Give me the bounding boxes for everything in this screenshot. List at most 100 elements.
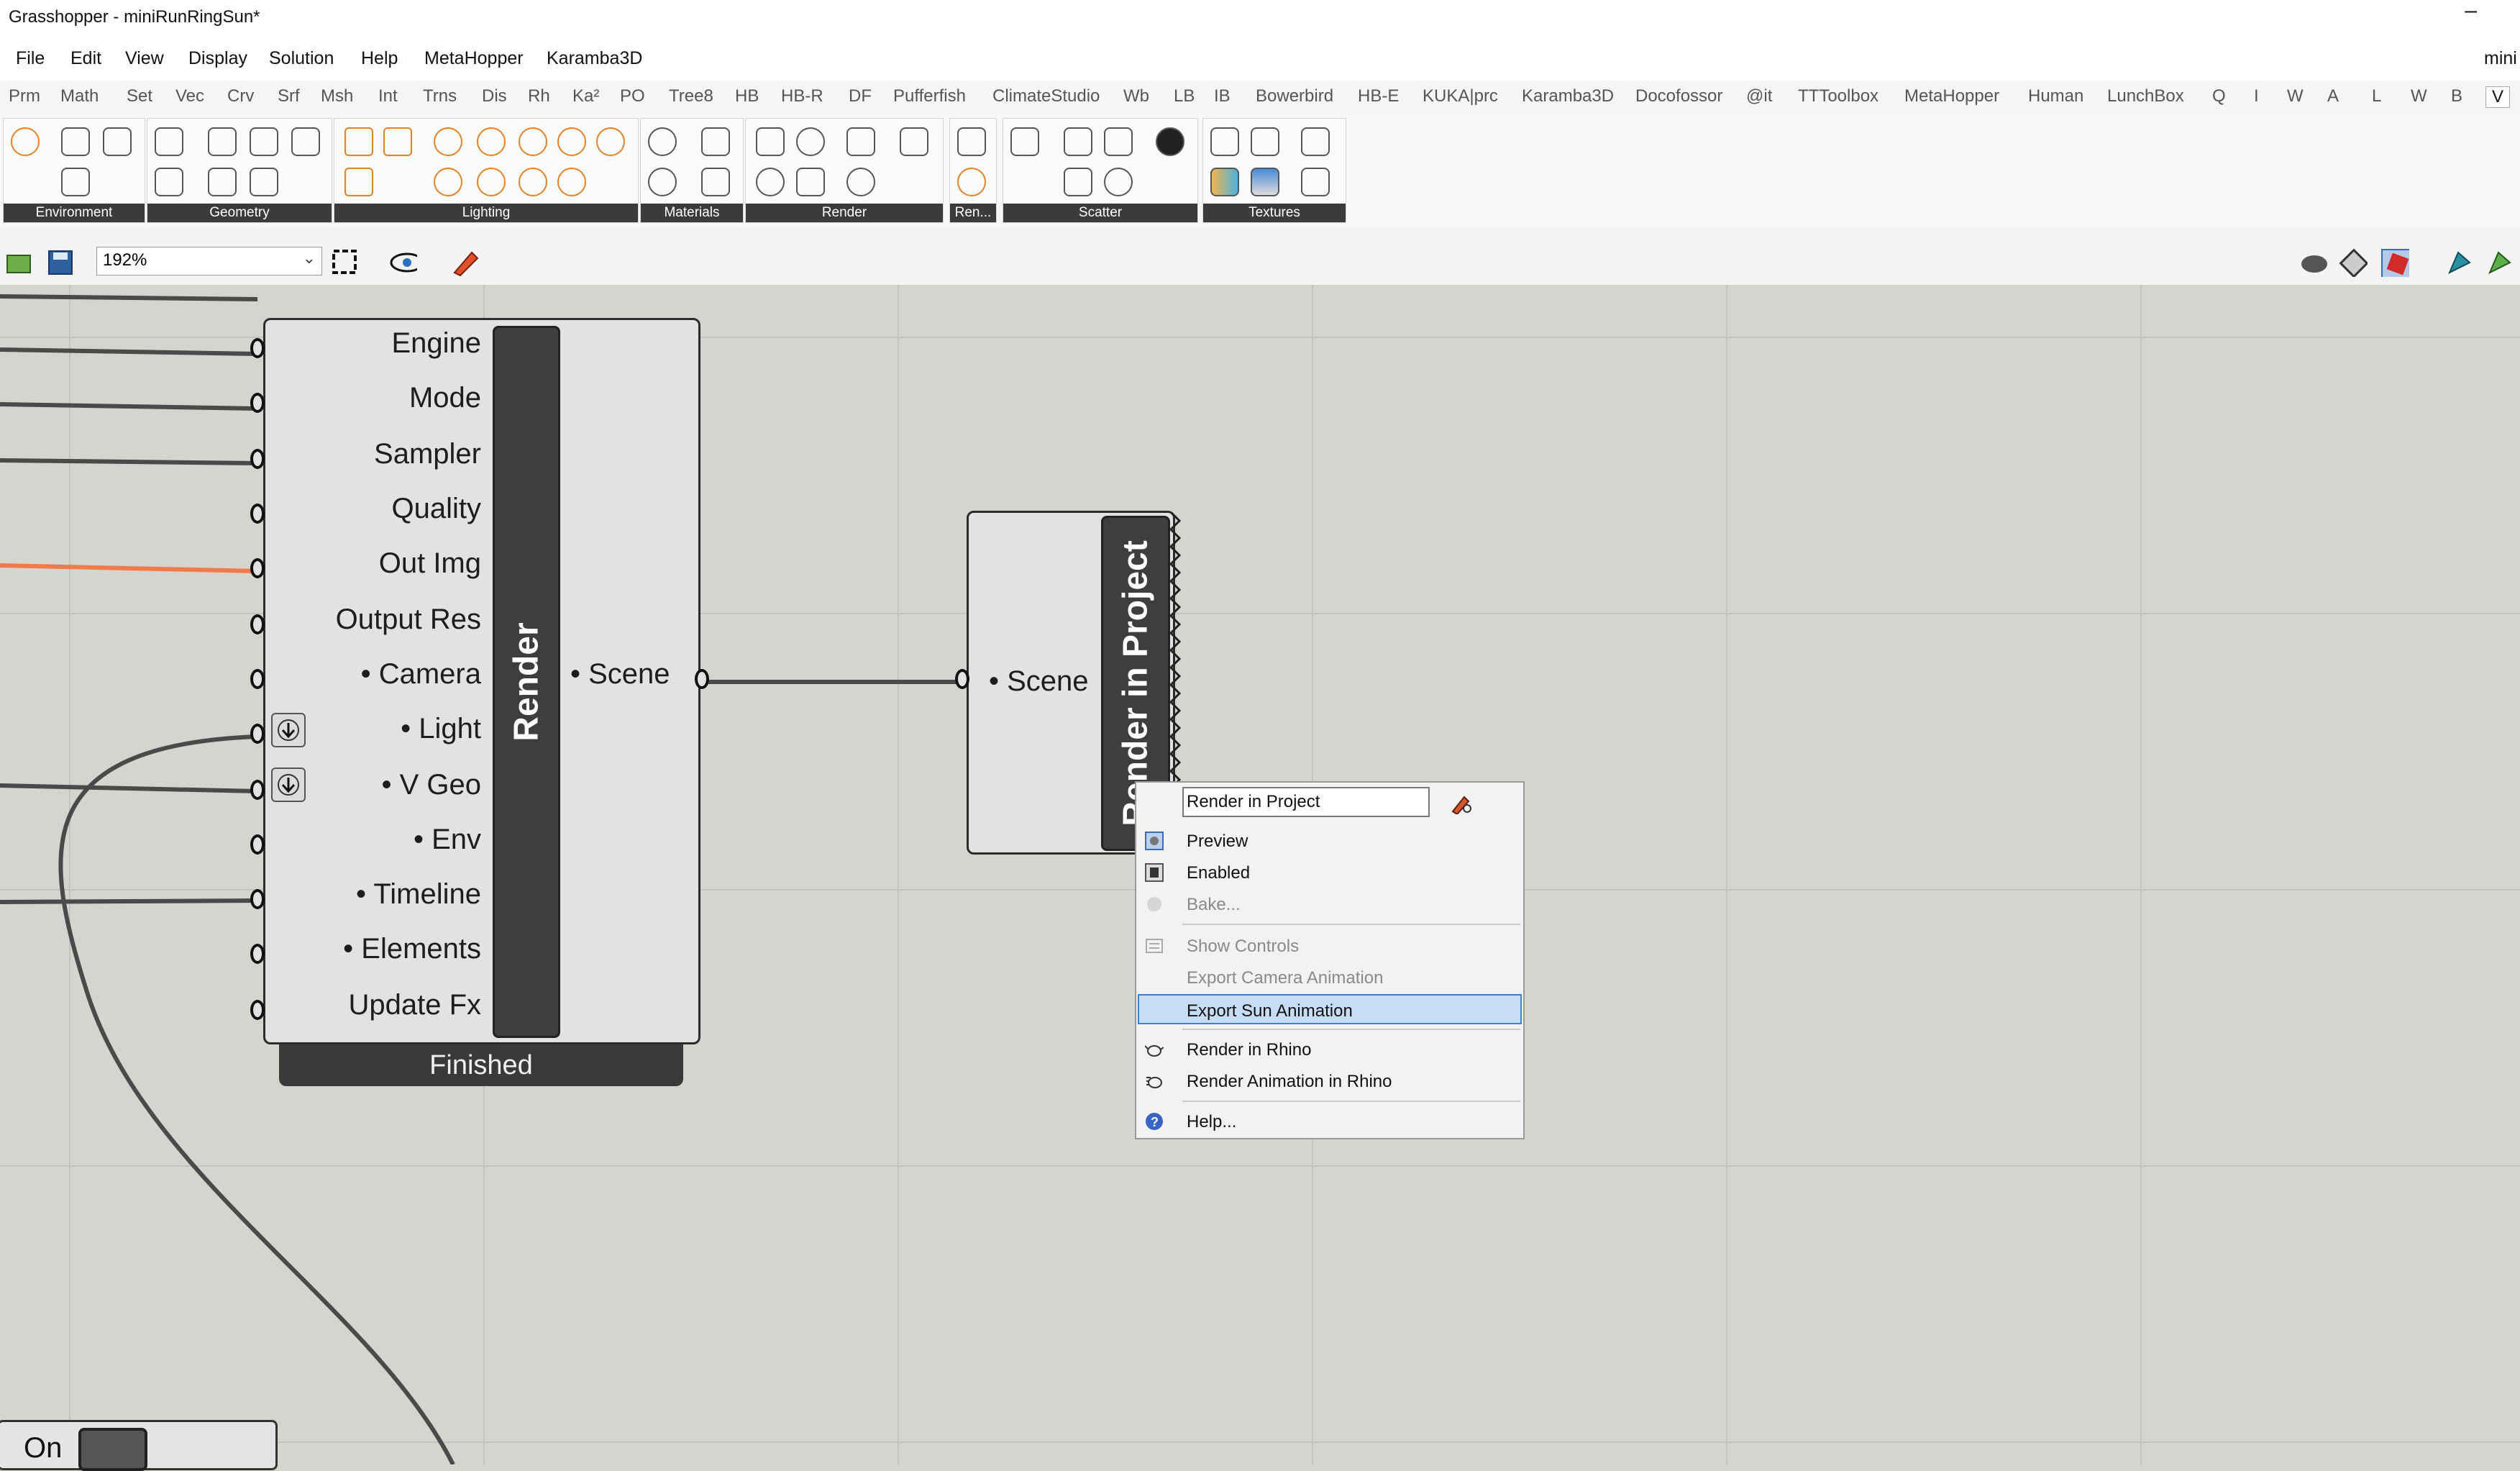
wire-quality[interactable] — [0, 458, 258, 465]
tab-crv[interactable]: Crv — [227, 86, 254, 106]
tab-int[interactable]: Int — [378, 86, 398, 106]
zoom-select[interactable]: 192% ⌄ — [96, 247, 322, 275]
rect-light-icon[interactable] — [383, 127, 412, 156]
input-elements[interactable]: • Elements — [343, 933, 481, 965]
tab-math[interactable]: Math — [60, 86, 99, 106]
input-env[interactable]: • Env — [414, 824, 481, 856]
input-out-img[interactable]: Out Img — [379, 547, 481, 580]
menu-display[interactable]: Display — [188, 48, 247, 69]
tab-hb-e[interactable]: HB-E — [1358, 86, 1399, 106]
scatter-object-icon[interactable] — [1156, 127, 1184, 156]
menu-help[interactable]: ? Help... — [1136, 1106, 1523, 1137]
line-light-icon[interactable] — [434, 168, 462, 196]
tab-tttoolbox[interactable]: TTToolbox — [1798, 86, 1878, 106]
sky-icon[interactable] — [11, 127, 40, 156]
cubes-icon[interactable] — [250, 168, 278, 196]
tab-i[interactable]: I — [2254, 86, 2259, 106]
ground-icon[interactable] — [61, 168, 90, 196]
tab-human[interactable]: Human — [2028, 86, 2083, 106]
tab-climatestudio[interactable]: ClimateStudio — [992, 86, 1100, 106]
cube-icon[interactable] — [155, 127, 183, 156]
zoom-extents-icon[interactable]: ▾ — [331, 248, 360, 277]
material-doc-icon[interactable] — [701, 127, 730, 156]
flatten-arrow-icon[interactable] — [271, 768, 306, 802]
scatter-grid-icon[interactable] — [1010, 127, 1039, 156]
tab-q[interactable]: Q — [2212, 86, 2226, 106]
tab-bowerbird[interactable]: Bowerbird — [1256, 86, 1333, 106]
image-icon[interactable] — [61, 127, 90, 156]
texture-gradient-icon[interactable] — [1251, 168, 1279, 196]
omni-light-icon[interactable] — [519, 127, 547, 156]
input-output-res[interactable]: Output Res — [336, 604, 481, 636]
dome-light-icon[interactable] — [434, 127, 462, 156]
tab-ka2[interactable]: Ka² — [572, 86, 599, 106]
wire-mode[interactable] — [0, 347, 258, 356]
component-name-field[interactable] — [1182, 787, 1430, 817]
preview-shaded-icon[interactable] — [2298, 248, 2327, 277]
tab-po[interactable]: PO — [620, 86, 645, 106]
menu-mini[interactable]: mini — [2484, 48, 2517, 69]
port-elements[interactable] — [250, 944, 265, 964]
mesh-light-icon[interactable] — [344, 168, 373, 196]
port-light[interactable] — [250, 724, 265, 744]
tab-hb-r[interactable]: HB-R — [781, 86, 823, 106]
render-component[interactable]: Engine Mode Sampler Quality Out Img Outp… — [263, 318, 700, 1044]
tab-msh[interactable]: Msh — [321, 86, 353, 106]
port-output-res[interactable] — [250, 614, 265, 634]
tab-rh[interactable]: Rh — [528, 86, 550, 106]
brush-icon[interactable] — [208, 127, 237, 156]
wire-engine[interactable] — [0, 294, 258, 301]
tab-df[interactable]: DF — [849, 86, 872, 106]
output-scene[interactable]: • Scene — [570, 658, 670, 691]
display-mode-icon[interactable] — [2444, 248, 2473, 277]
port-engine[interactable] — [250, 338, 265, 358]
scatter-random-icon[interactable] — [1064, 168, 1092, 196]
texture-blend-icon[interactable] — [1251, 127, 1279, 156]
tab-docofossor[interactable]: Docofossor — [1635, 86, 1722, 106]
input-update-fx[interactable]: Update Fx — [348, 989, 481, 1021]
port-mode[interactable] — [250, 393, 265, 413]
preview-wire-icon[interactable] — [2339, 248, 2368, 277]
tab-l[interactable]: L — [2372, 86, 2381, 106]
input-light[interactable]: • Light — [401, 713, 481, 745]
port-timeline[interactable] — [250, 889, 265, 909]
texture-map-icon[interactable] — [1301, 127, 1330, 156]
menu-preview[interactable]: Preview — [1136, 826, 1523, 856]
menu-help[interactable]: Help — [361, 48, 398, 69]
minimize-button[interactable]: – — [2465, 0, 2477, 23]
texture-color-icon[interactable] — [1210, 168, 1239, 196]
port-scene-in[interactable] — [955, 669, 969, 689]
material-lib-icon[interactable] — [701, 168, 730, 196]
input-timeline[interactable]: • Timeline — [356, 878, 481, 911]
objects-icon[interactable] — [291, 127, 320, 156]
port-update-fx[interactable] — [250, 1000, 265, 1020]
render-color-icon[interactable] — [957, 168, 986, 196]
tab-lunchbox[interactable]: LunchBox — [2107, 86, 2184, 106]
menu-metahopper[interactable]: MetaHopper — [424, 48, 524, 69]
menu-solution[interactable]: Solution — [269, 48, 334, 69]
texture-chart-icon[interactable] — [1301, 168, 1330, 196]
rename-pen-icon[interactable] — [1450, 793, 1474, 814]
tab-kukaprc[interactable]: KUKA|prc — [1423, 86, 1498, 106]
input-camera[interactable]: • Camera — [361, 658, 481, 691]
texture-doc-icon[interactable] — [1210, 127, 1239, 156]
port-vgeo[interactable] — [250, 780, 265, 800]
wire-sampler[interactable] — [0, 402, 258, 411]
tab-karamba3d[interactable]: Karamba3D — [1522, 86, 1614, 106]
proxy-icon[interactable] — [208, 168, 237, 196]
tab-lb[interactable]: LB — [1174, 86, 1195, 106]
menu-karamba3d[interactable]: Karamba3D — [547, 48, 642, 69]
tab-tree8[interactable]: Tree8 — [669, 86, 713, 106]
port-scene-out[interactable] — [695, 669, 709, 689]
timeline-icon[interactable] — [846, 168, 875, 196]
tab-it[interactable]: @it — [1746, 86, 1772, 106]
ies-light-icon[interactable] — [557, 127, 586, 156]
menu-bake[interactable]: Bake... — [1136, 889, 1523, 919]
tab-trns[interactable]: Trns — [423, 86, 457, 106]
tab-w[interactable]: W — [2287, 86, 2304, 106]
sketch-pen-icon[interactable] — [450, 248, 479, 277]
input-quality[interactable]: Quality — [392, 493, 482, 525]
tab-b[interactable]: B — [2451, 86, 2462, 106]
material-mix-icon[interactable] — [648, 168, 677, 196]
input-engine[interactable]: Engine — [391, 327, 481, 360]
